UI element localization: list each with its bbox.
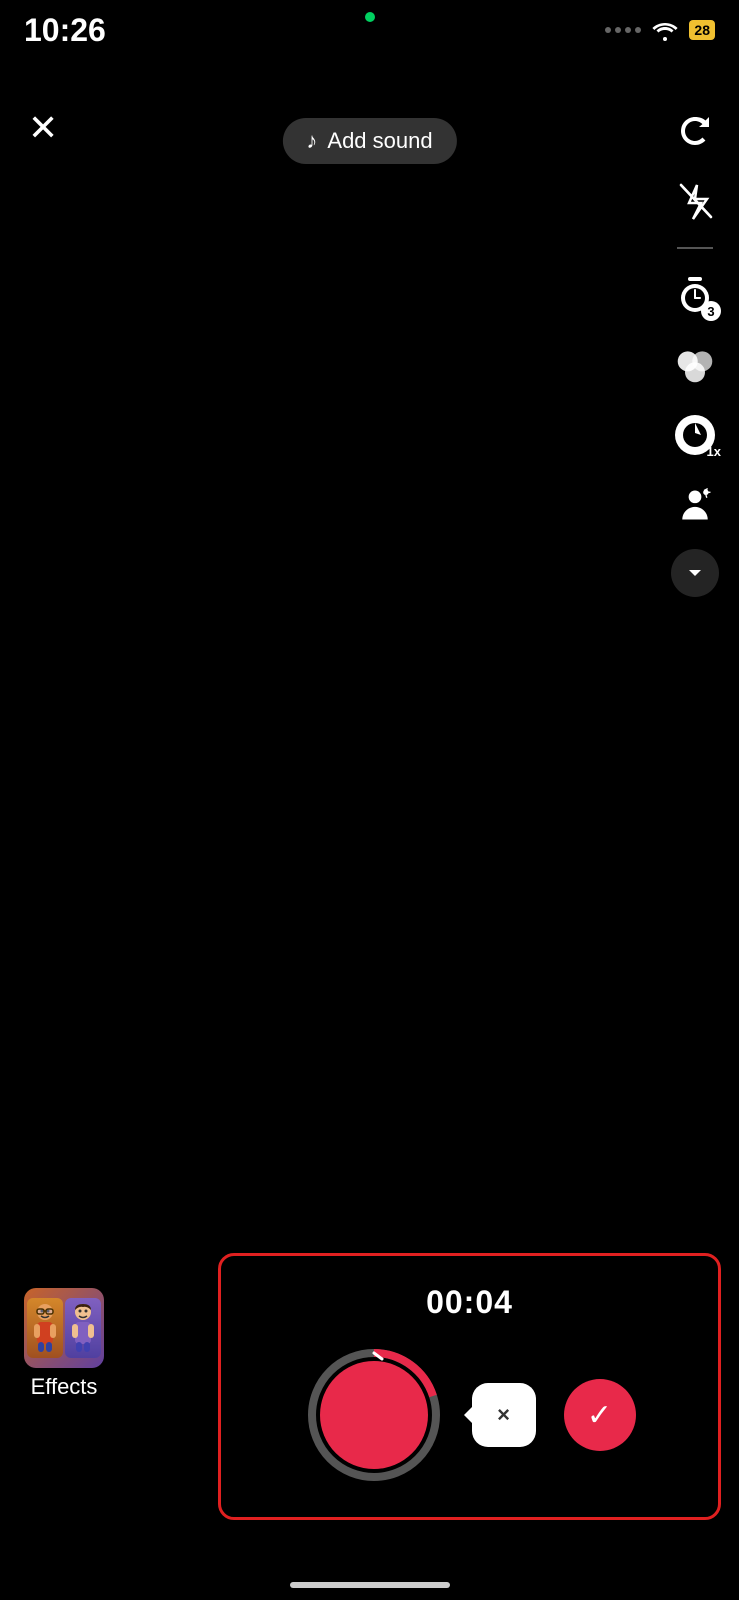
music-note-icon: ♪ [306,128,317,154]
effects-label: Effects [31,1374,98,1400]
battery-indicator: 28 [689,20,715,40]
add-sound-button[interactable]: ♪ Add sound [282,118,456,164]
effects-preview-image [24,1288,104,1368]
timer-button[interactable]: 3 [669,269,721,321]
right-toolbar: 3 1x [669,105,721,597]
delete-recording-button[interactable]: × [472,1383,536,1447]
confirm-icon: ✓ [587,1398,612,1433]
green-recording-dot [365,12,375,22]
effects-characters [27,1298,101,1358]
speed-button[interactable]: 1x [669,409,721,461]
record-button-wrap [304,1345,444,1485]
toolbar-divider [677,247,713,249]
confirm-recording-button[interactable]: ✓ [564,1379,636,1451]
delete-icon: × [497,1402,510,1428]
wifi-icon [651,19,679,41]
chevron-down-icon [683,561,707,585]
status-bar: 10:26 28 [0,0,739,60]
effects-person-icon [675,485,715,525]
close-icon[interactable]: ✕ [28,107,58,148]
flash-off-icon [675,181,715,221]
close-button[interactable]: ✕ [28,110,58,146]
filters-icon [675,345,715,385]
home-indicator [290,1582,450,1588]
record-controls: × ✓ [245,1345,694,1485]
timer-badge: 3 [701,301,721,321]
filters-button[interactable] [669,339,721,391]
more-options-button[interactable] [671,549,719,597]
character-2 [65,1298,101,1358]
status-icons: 28 [605,19,715,41]
signal-dots [605,27,641,33]
recording-timer: 00:04 [426,1284,513,1321]
record-progress-ring [304,1345,444,1485]
speed-label: 1x [707,444,721,459]
status-time: 10:26 [24,12,106,49]
character-1 [27,1298,63,1358]
flash-toggle-button[interactable] [669,175,721,227]
flip-icon [675,111,715,151]
effects-person-button[interactable] [669,479,721,531]
add-sound-label: Add sound [327,128,432,154]
recording-panel: 00:04 × ✓ [218,1253,721,1520]
flip-camera-button[interactable] [669,105,721,157]
effects-thumbnail[interactable]: Effects [24,1288,104,1400]
